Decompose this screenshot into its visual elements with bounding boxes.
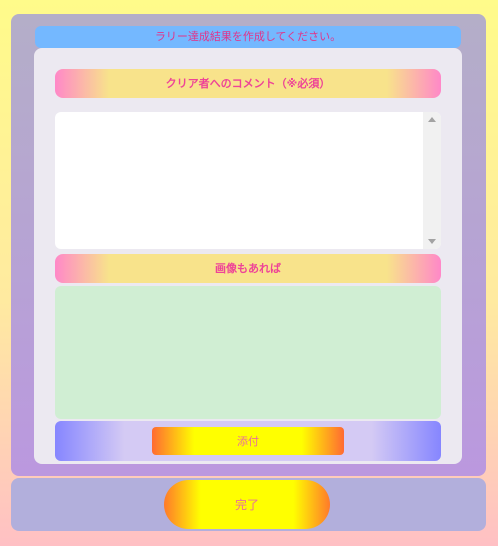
scroll-down-arrow-icon[interactable] xyxy=(428,239,436,244)
comment-box[interactable] xyxy=(55,112,441,249)
attach-button[interactable]: 添付 xyxy=(152,427,344,455)
form-card: クリア者へのコメント（※必須） 画像もあれば 添付 xyxy=(34,48,462,464)
image-section-label: 画像もあれば xyxy=(55,254,441,283)
page-title: ラリー達成結果を作成してください。 xyxy=(35,26,461,48)
main-panel: ラリー達成結果を作成してください。 クリア者へのコメント（※必須） 画像もあれば… xyxy=(11,14,486,476)
comment-scrollbar[interactable] xyxy=(423,112,441,249)
image-preview-area xyxy=(55,286,441,419)
attach-bar: 添付 xyxy=(55,421,441,461)
footer-panel: 完了 xyxy=(11,478,486,531)
comment-section-label: クリア者へのコメント（※必須） xyxy=(55,69,441,98)
comment-textarea[interactable] xyxy=(55,112,423,249)
done-button[interactable]: 完了 xyxy=(164,480,330,529)
scroll-up-arrow-icon[interactable] xyxy=(428,117,436,122)
